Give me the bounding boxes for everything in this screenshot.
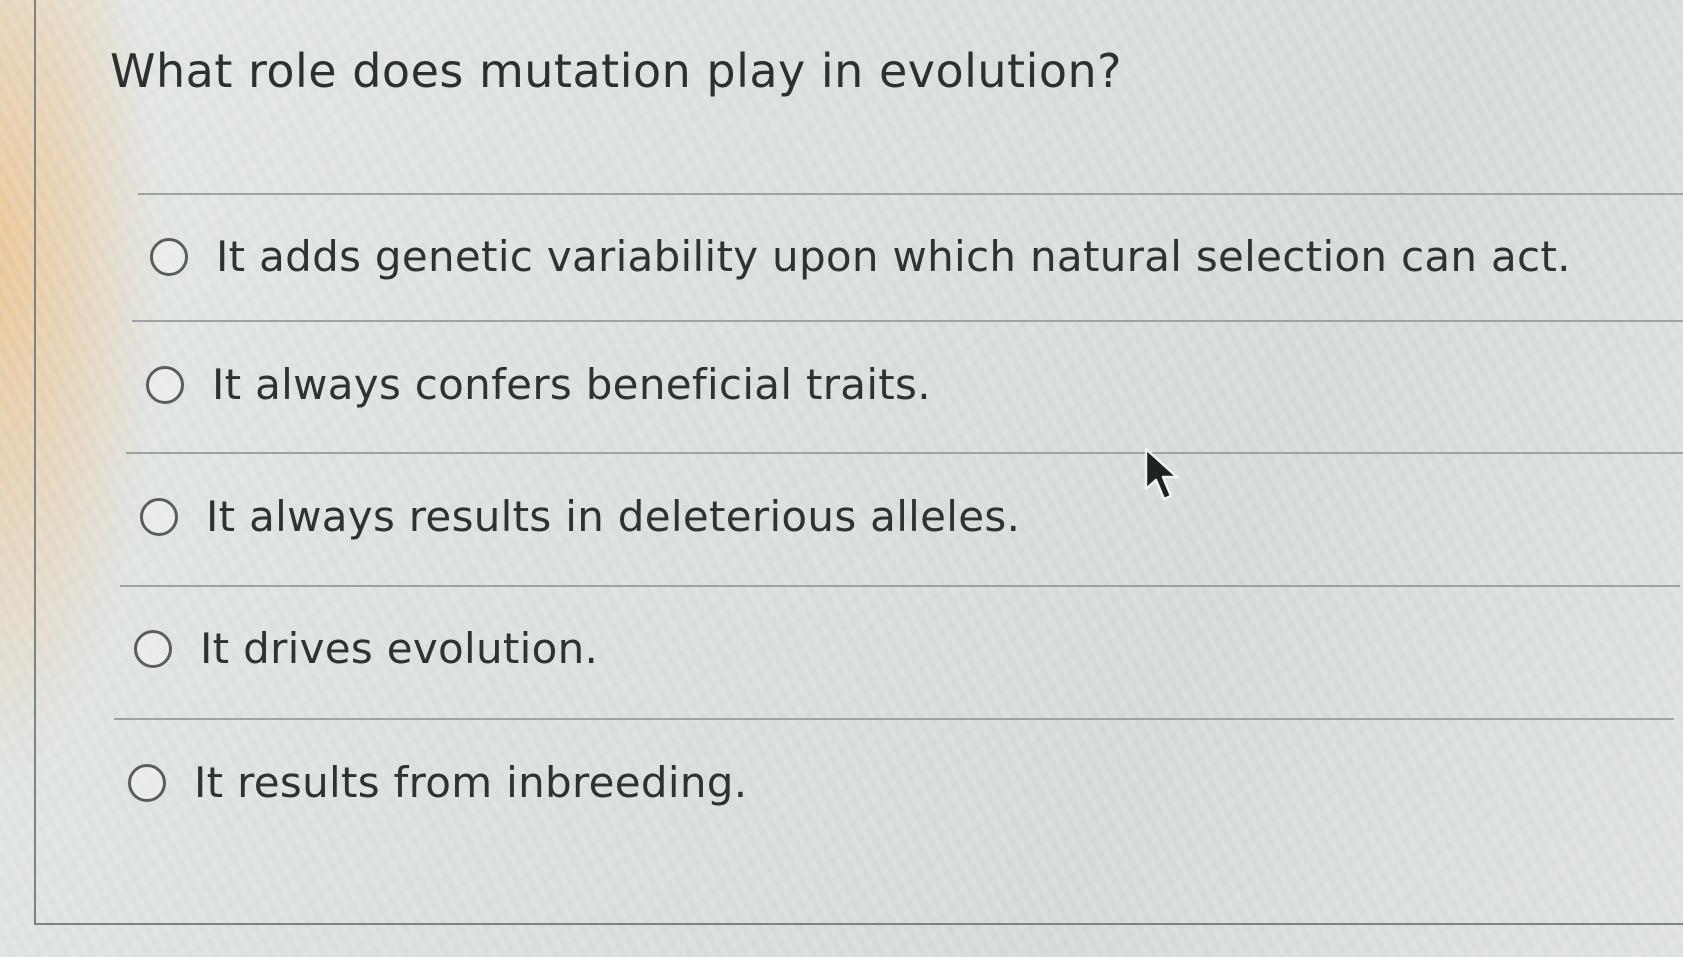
radio-unselected-icon[interactable] (140, 497, 178, 536)
divider (132, 320, 1683, 322)
divider (120, 585, 1680, 587)
answer-option-1[interactable]: It adds genetic variability upon which n… (150, 232, 1571, 281)
divider (138, 193, 1683, 195)
radio-unselected-icon[interactable] (134, 629, 172, 668)
radio-unselected-icon[interactable] (150, 237, 188, 276)
answer-option-5[interactable]: It results from inbreeding. (128, 758, 747, 807)
answer-option-label: It always results in deleterious alleles… (206, 492, 1021, 541)
radio-unselected-icon[interactable] (146, 365, 184, 404)
question-prompt: What role does mutation play in evolutio… (110, 44, 1123, 98)
divider (126, 452, 1683, 454)
answer-option-label: It adds genetic variability upon which n… (216, 232, 1571, 281)
answer-option-label: It drives evolution. (200, 624, 599, 673)
mouse-pointer-icon (1144, 447, 1179, 501)
answer-option-label: It results from inbreeding. (194, 758, 748, 807)
divider (114, 718, 1674, 720)
answer-option-label: It always confers beneficial traits. (212, 360, 931, 409)
answer-option-3[interactable]: It always results in deleterious alleles… (140, 492, 1020, 541)
answer-option-2[interactable]: It always confers beneficial traits. (146, 360, 931, 409)
radio-unselected-icon[interactable] (128, 763, 166, 802)
answer-option-4[interactable]: It drives evolution. (134, 624, 598, 673)
